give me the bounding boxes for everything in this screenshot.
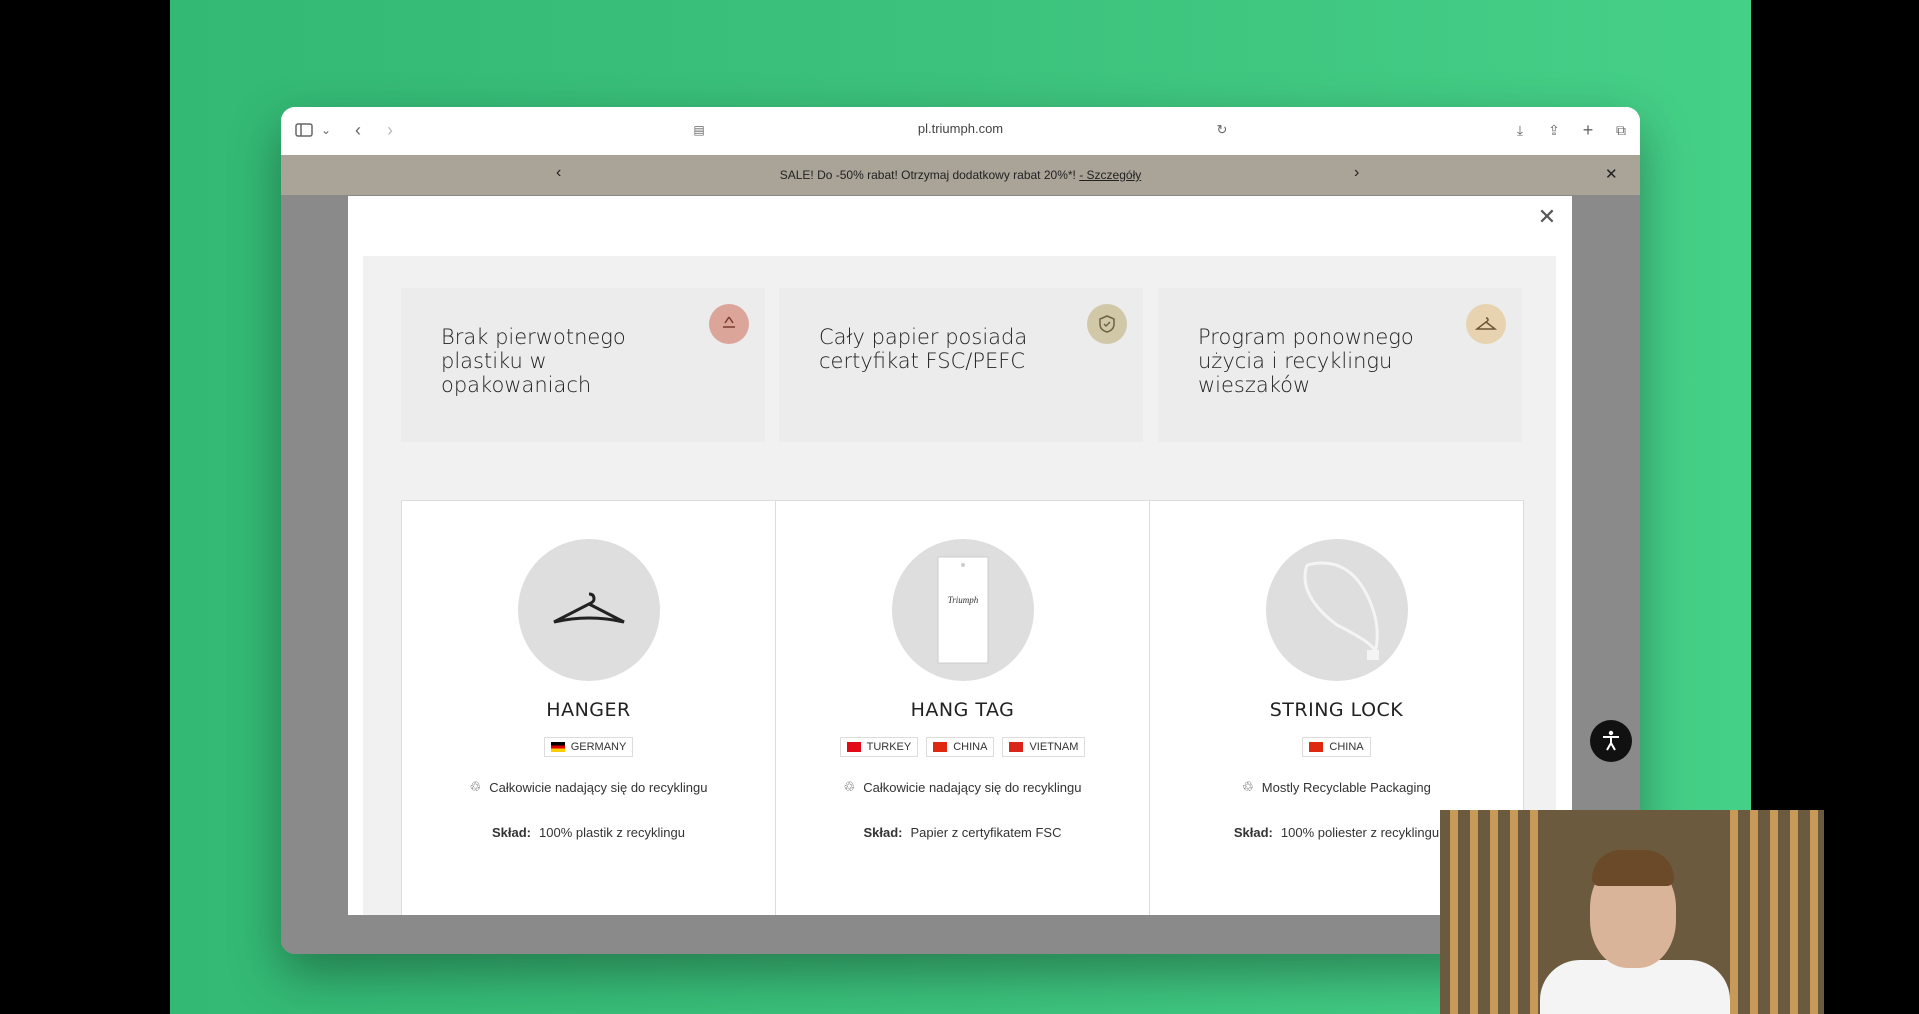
promo-text: SALE! Do -50% rabat! Otrzymaj dodatkowy … bbox=[779, 168, 1142, 182]
string-lock-image bbox=[1265, 539, 1408, 681]
wall-slat bbox=[1470, 810, 1478, 1014]
accessibility-icon[interactable] bbox=[1590, 720, 1632, 762]
country-badge: VIETNAM bbox=[1002, 737, 1086, 757]
reload-icon[interactable]: ↻ bbox=[1211, 119, 1233, 141]
share-icon[interactable]: ⇪ bbox=[1543, 119, 1565, 141]
browser-toolbar: ⌄ ‹ › ▤ pl.triumph.com ↻ ⤓ ⇪ + ⧉ bbox=[281, 107, 1640, 155]
wall-slat bbox=[1750, 810, 1758, 1014]
country-badge: GERMANY bbox=[543, 737, 634, 757]
china-flag-icon bbox=[933, 742, 948, 752]
promo-next-icon[interactable]: › bbox=[1354, 164, 1359, 182]
wall-slat bbox=[1790, 810, 1798, 1014]
product-title: STRING LOCK bbox=[1269, 699, 1404, 721]
download-icon[interactable]: ⤓ bbox=[1509, 119, 1531, 141]
feature-card: Brak pierwotnego plastiku w opakowaniach bbox=[401, 288, 765, 442]
products-table: HANGER GERMANY ♲ Całkowicie nadający się … bbox=[401, 500, 1524, 915]
feature-text: Brak pierwotnego plastiku w opakowaniach bbox=[441, 325, 626, 397]
country-list: TURKEY CHINA VIETNAM bbox=[776, 737, 1149, 757]
feature-card: Cały papier posiada certyfikat FSC/PEFC bbox=[779, 288, 1143, 442]
webcam-overlay bbox=[1440, 810, 1824, 1014]
hanger-image bbox=[517, 539, 660, 681]
recycle-icon: ♲ bbox=[469, 779, 482, 794]
tabs-overview-icon[interactable]: ⧉ bbox=[1610, 119, 1632, 141]
recyclable-info: ♲ Całkowicie nadający się do recyklingu bbox=[843, 779, 1082, 795]
promo-close-icon[interactable]: ✕ bbox=[1605, 165, 1618, 183]
recycle-icon bbox=[709, 304, 749, 344]
svg-text:Triumph: Triumph bbox=[947, 595, 978, 605]
product-card: Triumph HANG TAG TURKEY CHINA VIETNAM ♲ C… bbox=[776, 501, 1150, 915]
person-hair bbox=[1592, 850, 1674, 886]
wall-slat bbox=[1730, 810, 1738, 1014]
recyclable-info: ♲ Całkowicie nadający się do recyklingu bbox=[469, 779, 708, 795]
recyclable-info: ♲ Mostly Recyclable Packaging bbox=[1242, 779, 1431, 795]
recycle-icon: ♲ bbox=[1242, 779, 1254, 794]
hanger-icon bbox=[1466, 304, 1506, 344]
wall-slat bbox=[1810, 810, 1818, 1014]
product-card: HANGER GERMANY ♲ Całkowicie nadający się … bbox=[402, 501, 776, 915]
sustainability-modal: ✕ Brak pierwotnego plastiku w opakowania… bbox=[348, 196, 1572, 915]
feature-card: Program ponownego użycia i recyklingu wi… bbox=[1158, 288, 1522, 442]
new-tab-icon[interactable]: + bbox=[1577, 119, 1599, 141]
feature-text: Program ponownego użycia i recyklingu wi… bbox=[1198, 325, 1414, 397]
hang-tag-image: Triumph bbox=[891, 539, 1034, 681]
turkey-flag-icon bbox=[846, 742, 861, 752]
country-badge: CHINA bbox=[926, 737, 995, 757]
address-bar[interactable]: pl.triumph.com bbox=[281, 121, 1640, 136]
promo-banner: ‹ SALE! Do -50% rabat! Otrzymaj dodatkow… bbox=[281, 155, 1640, 195]
country-list: CHINA bbox=[1150, 737, 1523, 757]
recycle-icon: ♲ bbox=[843, 779, 856, 794]
shield-check-icon bbox=[1087, 304, 1127, 344]
china-flag-icon bbox=[1309, 742, 1324, 752]
wall-slat bbox=[1450, 810, 1458, 1014]
modal-content: Brak pierwotnego plastiku w opakowaniach… bbox=[363, 256, 1556, 915]
wall-slat bbox=[1530, 810, 1538, 1014]
country-list: GERMANY bbox=[402, 737, 775, 757]
germany-flag-icon bbox=[550, 742, 565, 752]
wall-slat bbox=[1490, 810, 1498, 1014]
country-badge: CHINA bbox=[1302, 737, 1371, 757]
close-icon[interactable]: ✕ bbox=[1536, 206, 1558, 228]
promo-details-link[interactable]: - Szczegóły bbox=[1079, 168, 1141, 182]
wall-slat bbox=[1770, 810, 1778, 1014]
product-title: HANGER bbox=[546, 699, 631, 721]
composition: Skład: Papier z certyfikatem FSC bbox=[863, 825, 1062, 840]
feature-text: Cały papier posiada certyfikat FSC/PEFC bbox=[819, 325, 1028, 373]
country-badge: TURKEY bbox=[839, 737, 919, 757]
wall-slat bbox=[1510, 810, 1518, 1014]
product-title: HANG TAG bbox=[910, 699, 1015, 721]
person-shirt bbox=[1540, 960, 1730, 1014]
composition: Skład: 100% plastik z recyklingu bbox=[492, 825, 685, 840]
vietnam-flag-icon bbox=[1009, 742, 1024, 752]
